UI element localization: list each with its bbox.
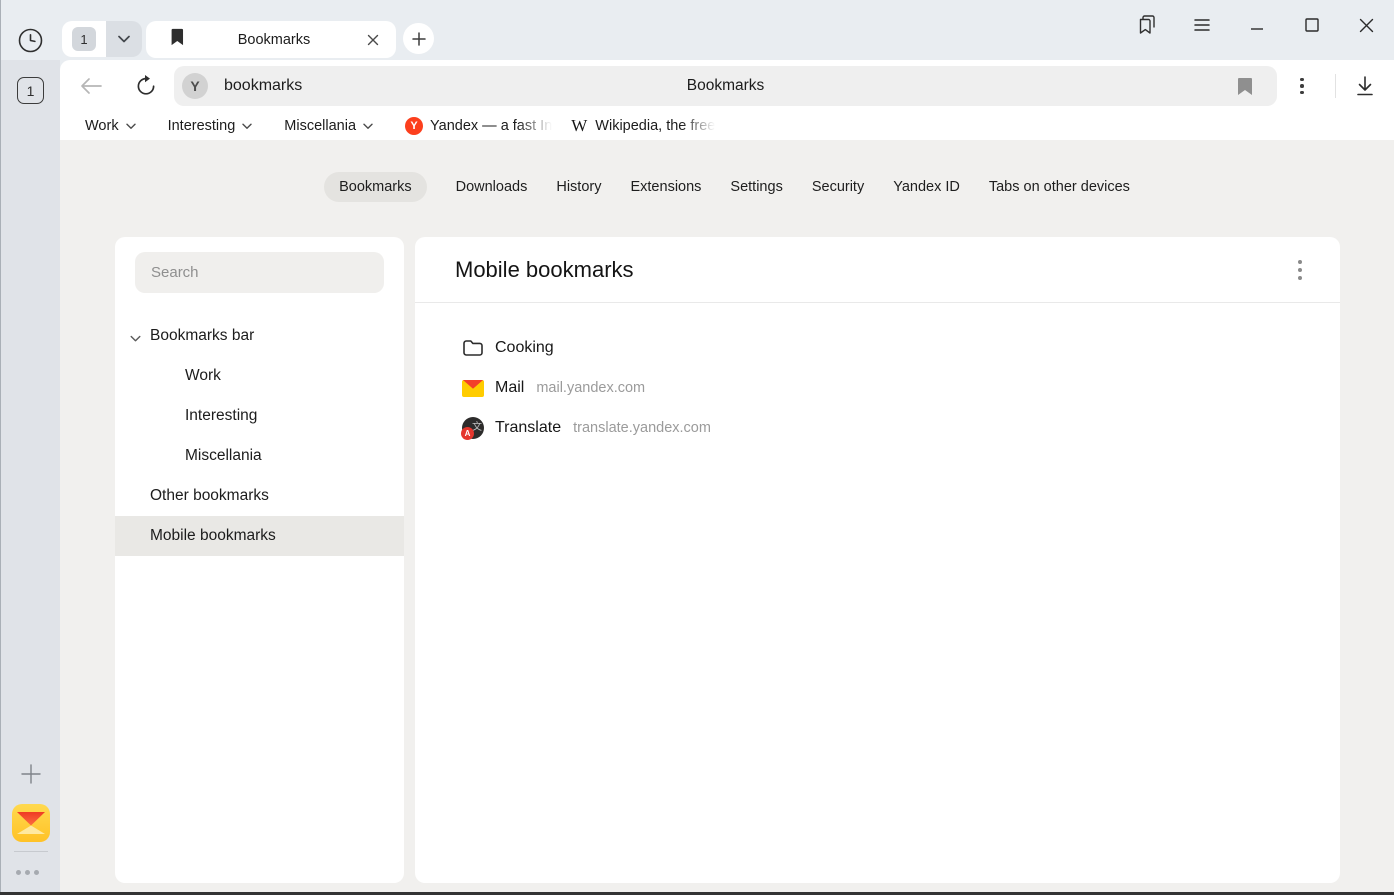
tab-extensions[interactable]: Extensions [630, 172, 701, 202]
tab-downloads[interactable]: Downloads [456, 172, 528, 202]
bookmark-folder-label: Work [85, 118, 119, 134]
tab-close-icon[interactable] [362, 29, 384, 51]
chevron-down-icon [242, 118, 252, 134]
tree-item-label: Miscellania [185, 447, 262, 465]
yandex-mail-app-icon[interactable] [12, 804, 50, 842]
yandex-mail-icon [461, 380, 485, 397]
side-panels-icon[interactable] [1119, 9, 1174, 41]
yandex-translate-icon: 文A [461, 417, 485, 439]
site-favicon: Y [182, 73, 208, 99]
url-text: bookmarks [224, 77, 302, 95]
bookmark-name: Translate [495, 419, 561, 437]
tree-item-label: Bookmarks bar [150, 327, 254, 345]
history-clock-icon[interactable] [17, 27, 44, 54]
bookmarks-manager-page: Bookmarks Downloads History Extensions S… [60, 140, 1394, 895]
tab-group-button[interactable]: 1 [62, 21, 106, 57]
tab-yandex-id[interactable]: Yandex ID [893, 172, 960, 202]
tree-item-label: Mobile bookmarks [150, 527, 276, 545]
list-item-translate[interactable]: 文A Translate translate.yandex.com [415, 408, 1340, 448]
bookmark-url: mail.yandex.com [536, 380, 645, 396]
rail-divider [14, 851, 48, 852]
yandex-favicon: Y [405, 117, 423, 135]
chevron-down-icon [130, 330, 141, 348]
tree-item-other-bookmarks[interactable]: Other bookmarks [115, 476, 404, 516]
bookmark-url: translate.yandex.com [573, 420, 711, 436]
downloads-icon[interactable] [1350, 72, 1380, 100]
toolbar-kebab-menu-icon[interactable] [1291, 73, 1313, 99]
workspace-badge[interactable]: 1 [17, 77, 44, 104]
bookmark-name: Cooking [495, 339, 554, 357]
tab-group-chip[interactable]: 1 [62, 21, 142, 57]
rail-more-icon[interactable] [16, 865, 46, 879]
bookmarks-tree-panel: Bookmarks bar Work Interesting Miscellan… [115, 237, 404, 883]
bookmark-name: Mail [495, 379, 524, 397]
bookmarks-list: Cooking Mail mail.yandex.com 文A Translat… [415, 303, 1340, 448]
new-tab-button[interactable] [403, 23, 434, 54]
back-arrow-icon[interactable] [78, 74, 104, 98]
tree-item-interesting[interactable]: Interesting [115, 396, 404, 436]
bookmark-folder-label: Interesting [168, 118, 236, 134]
browser-toolbar: Y bookmarks Bookmarks [60, 60, 1394, 112]
reload-icon[interactable] [132, 72, 160, 100]
chevron-down-icon [126, 118, 136, 134]
tab-other-devices[interactable]: Tabs on other devices [989, 172, 1130, 202]
tab-title: Bookmarks [186, 32, 362, 48]
tab-settings[interactable]: Settings [730, 172, 782, 202]
manager-nav-tabs: Bookmarks Downloads History Extensions S… [60, 172, 1394, 202]
tab-security[interactable]: Security [812, 172, 864, 202]
wikipedia-favicon: W [570, 117, 588, 135]
page-title: Bookmarks [174, 77, 1277, 95]
chevron-down-icon [363, 118, 373, 134]
add-panel-plus-icon[interactable] [17, 760, 45, 788]
bookmarks-bar-link-yandex[interactable]: Y Yandex — a fast In [405, 117, 552, 135]
list-item-mail[interactable]: Mail mail.yandex.com [415, 368, 1340, 408]
chevron-down-icon [118, 30, 130, 48]
bookmark-folder-label: Miscellania [284, 118, 356, 134]
bookmarks-bar-folder-interesting[interactable]: Interesting [168, 118, 253, 134]
bookmarks-tree: Bookmarks bar Work Interesting Miscellan… [115, 316, 404, 556]
toolbar-divider [1335, 74, 1336, 98]
bookmark-link-label: Wikipedia, the free [595, 118, 715, 134]
window-left-edge [0, 0, 1, 895]
tab-group-expand-button[interactable] [106, 21, 142, 57]
tree-item-work[interactable]: Work [115, 356, 404, 396]
tree-item-label: Other bookmarks [150, 487, 269, 505]
address-bar[interactable]: Y bookmarks Bookmarks [174, 66, 1277, 106]
bookmarks-bar-folder-work[interactable]: Work [85, 118, 136, 134]
bookmarks-content-panel: Mobile bookmarks Cooking Mail mail.yande… [415, 237, 1340, 883]
tab-bookmarks-pill[interactable]: Bookmarks [324, 172, 427, 202]
minimize-icon[interactable] [1229, 9, 1284, 41]
content-title: Mobile bookmarks [455, 257, 1290, 283]
tab-group-count-badge: 1 [72, 27, 96, 51]
tab-history[interactable]: History [556, 172, 601, 202]
content-kebab-menu-icon[interactable] [1290, 257, 1310, 283]
maximize-icon[interactable] [1284, 9, 1339, 41]
menu-icon[interactable] [1174, 9, 1229, 41]
close-icon[interactable] [1339, 9, 1394, 41]
content-header: Mobile bookmarks [415, 237, 1340, 303]
bookmark-icon [168, 27, 186, 52]
bookmarks-bar: Work Interesting Miscellania Y Yandex — … [60, 112, 1394, 140]
search-input[interactable] [135, 252, 384, 293]
tree-item-label: Interesting [185, 407, 257, 425]
tree-item-miscellania[interactable]: Miscellania [115, 436, 404, 476]
tree-item-bookmarks-bar[interactable]: Bookmarks bar [115, 316, 404, 356]
tab-bookmarks[interactable]: Bookmarks [146, 21, 396, 58]
tab-strip: 1 Bookmarks [0, 0, 1394, 60]
left-sidebar-rail: 1 [0, 60, 60, 895]
bookmarks-bar-link-wikipedia[interactable]: W Wikipedia, the free [570, 117, 715, 135]
bookmark-link-label: Yandex — a fast In [430, 118, 552, 134]
tree-item-mobile-bookmarks[interactable]: Mobile bookmarks [115, 516, 404, 556]
tree-item-label: Work [185, 367, 221, 385]
bookmarks-bar-folder-miscellania[interactable]: Miscellania [284, 118, 373, 134]
list-item-cooking[interactable]: Cooking [415, 328, 1340, 368]
folder-icon [461, 339, 485, 357]
bookmark-flag-icon[interactable] [1233, 74, 1257, 98]
